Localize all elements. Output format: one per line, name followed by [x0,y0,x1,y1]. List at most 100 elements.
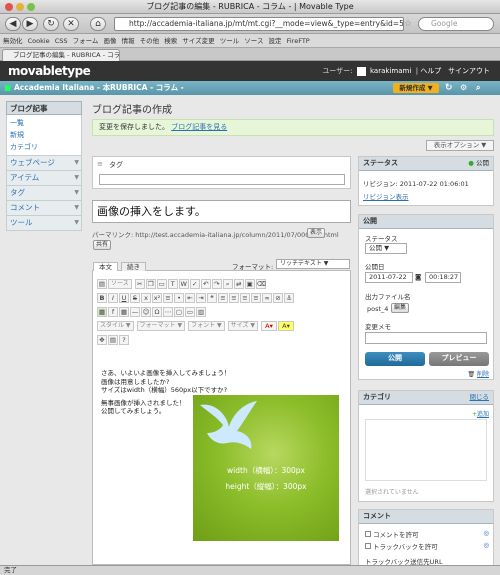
revision-link[interactable]: リビジョン表示 [363,191,409,201]
page-break-icon[interactable]: ⋯ [163,307,173,317]
bookmark-item[interactable]: 無効化 [3,34,23,47]
allow-comments-row[interactable]: コメントを許可 [365,529,419,539]
bookmark-item[interactable]: Cookie [28,34,50,47]
outdent-icon[interactable]: ⇤ [185,293,195,303]
bookmark-item[interactable]: CSS [55,34,68,47]
bookmark-item[interactable]: 情報 [122,34,135,47]
show-blocks-icon[interactable]: ▤ [108,335,118,345]
italic-icon[interactable]: I [108,293,118,303]
bookmark-item[interactable]: ツール [220,34,240,47]
paste-icon[interactable]: ▭ [156,279,167,289]
smiley-icon[interactable]: ☺ [141,307,151,317]
drag-handle-icon[interactable]: ≡ [97,160,103,168]
share-button[interactable]: 共有 [93,240,111,250]
allow-trackbacks-checkbox[interactable] [365,543,371,549]
anchor-icon[interactable]: ⚓ [284,293,294,303]
comments-help-icon[interactable]: ◎ [483,529,489,537]
special-char-icon[interactable]: Ω [152,307,162,317]
redo-icon[interactable]: ↷ [211,279,222,289]
back-button[interactable]: ◀ [5,17,21,31]
inserted-image[interactable]: width（横幅）：300px height（縦幅）：300px [193,395,339,541]
new-post-dropdown[interactable]: 新規作成 ▼ [393,83,439,93]
html-icon[interactable]: ▤ [97,279,107,289]
reload-icon[interactable]: ↻ [43,17,59,31]
preview-button[interactable]: プレビュー [429,352,489,366]
tab-body[interactable]: 本文 [93,262,118,271]
time-input[interactable]: 00:18:27 [425,272,461,283]
sidebar-sub-category[interactable]: カテゴリ [10,141,78,153]
minimize-window-button[interactable] [16,3,24,11]
cut-icon[interactable]: ✂ [134,279,145,289]
bold-icon[interactable]: B [97,293,107,303]
paste-word-icon[interactable]: W [178,279,189,289]
note-input[interactable] [365,332,487,344]
search-input[interactable]: Google [418,17,494,31]
tag-input[interactable] [99,174,345,185]
indent-icon[interactable]: ⇥ [196,293,206,303]
sidebar-item-assets[interactable]: アイテム [6,171,82,186]
refresh-icon[interactable]: ↻ [445,81,453,95]
mt-logo[interactable]: movabletype [8,64,91,78]
allow-trackbacks-row[interactable]: トラックバックを許可 [365,541,438,551]
maximize-icon[interactable]: ✥ [97,335,107,345]
spellcheck-icon[interactable]: ✓ [189,279,200,289]
unlink-icon[interactable]: ⊘ [273,293,283,303]
tab-more[interactable]: 続き [121,262,146,271]
remove-format-icon[interactable]: ⌫ [255,279,266,289]
text-color-icon[interactable]: A▾ [261,321,277,331]
justify-icon[interactable]: ≡ [251,293,261,303]
bookmark-item[interactable]: 検索 [164,34,177,47]
zoom-window-button[interactable] [27,3,35,11]
flash-icon[interactable]: f [108,307,118,317]
align-left-icon[interactable]: ≡ [218,293,228,303]
url-bar[interactable]: http://accademia-italiana.jp/mt/mt.cgi?_… [114,17,404,31]
sidebar-item-tools[interactable]: ツール [6,216,82,231]
close-window-button[interactable] [5,3,13,11]
calendar-icon[interactable]: ◙ [415,273,421,281]
entry-title-input[interactable]: 画像の挿入をします。 [92,200,351,223]
align-center-icon[interactable]: ≡ [229,293,239,303]
status-select[interactable]: 公開 ▼ [365,243,407,254]
close-category-link[interactable]: 閉じる [470,391,490,404]
select-all-icon[interactable]: ▣ [244,279,255,289]
superscript-icon[interactable]: x² [152,293,162,303]
paste-text-icon[interactable]: T [167,279,178,289]
sidebar-sub-new[interactable]: 新規 [10,129,78,141]
unordered-list-icon[interactable]: • [174,293,184,303]
bookmark-item[interactable]: 設定 [269,34,282,47]
replace-icon[interactable]: ⇄ [233,279,244,289]
search-icon[interactable]: ⌕ [476,81,480,95]
bookmark-star-icon[interactable]: ☆ [404,19,412,29]
sidebar-item-webpages[interactable]: ウェブページ [6,156,82,171]
help-link[interactable]: ヘルプ [420,67,441,75]
ordered-list-icon[interactable]: ≡ [163,293,173,303]
style-dropdown[interactable]: スタイル ▼ [97,321,134,331]
bookmark-item[interactable]: フォーム [73,34,99,47]
username-link[interactable]: karakimami [370,67,411,75]
view-entry-link[interactable]: ブログ記事を見る [171,123,227,131]
blog-name-link[interactable]: RUBRICA - コラム - [110,81,184,95]
display-options-button[interactable]: 表示オプション ▼ [426,140,494,151]
sidebar-item-tags[interactable]: タグ [6,186,82,201]
bookmark-item[interactable]: 画像 [103,34,116,47]
size-dropdown[interactable]: サイズ ▼ [227,321,258,331]
copy-icon[interactable]: ❐ [145,279,156,289]
bg-color-icon[interactable]: A▾ [278,321,294,331]
blockquote-icon[interactable]: ❝ [207,293,217,303]
category-list[interactable] [365,419,487,481]
undo-icon[interactable]: ↶ [200,279,211,289]
publish-button[interactable]: 公開 [365,352,425,366]
help-icon[interactable]: ? [119,335,129,345]
format-dropdown[interactable]: フォーマット ▼ [136,321,186,331]
trackbacks-help-icon[interactable]: ◎ [483,541,489,549]
signout-link[interactable]: サインアウト [448,67,490,75]
browser-tab[interactable]: ブログ記事の編集 - RUBRICA - コラ... [2,49,120,61]
sidebar-header-entries[interactable]: ブログ記事 [6,101,82,115]
div-icon[interactable]: ▭ [185,307,195,317]
template-icon[interactable]: ▥ [196,307,206,317]
strike-icon[interactable]: S [130,293,140,303]
sidebar-sub-list[interactable]: 一覧 [10,117,78,129]
iframe-icon[interactable]: ▢ [174,307,184,317]
delete-link[interactable]: 🗑 削除 [467,369,489,378]
hr-icon[interactable]: — [130,307,140,317]
